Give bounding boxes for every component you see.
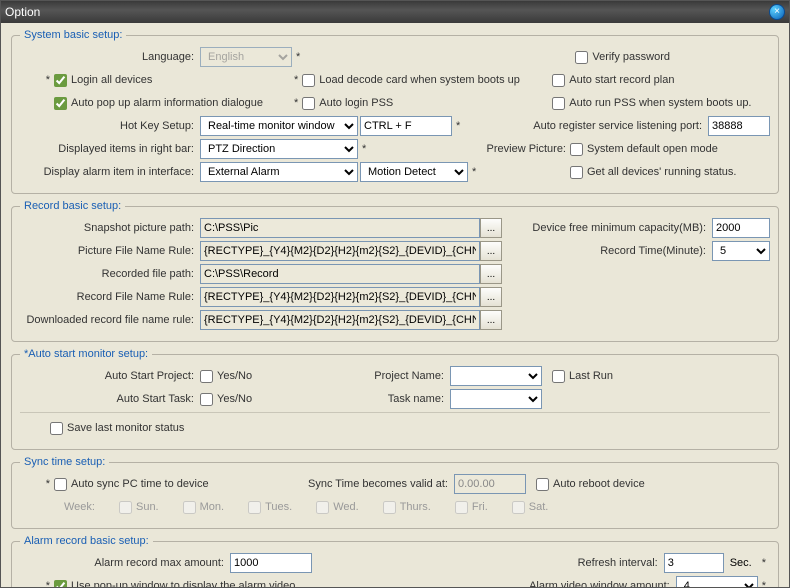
week-mon[interactable]: Mon. — [183, 501, 224, 514]
auto-run-pss-checkbox[interactable]: Auto run PSS when system boots up. — [552, 97, 751, 110]
get-all-devices-checkbox[interactable]: Get all devices' running status. — [570, 166, 770, 179]
right-bar-label: Displayed items in right bar: — [20, 143, 200, 155]
hotkey-input[interactable] — [360, 116, 452, 136]
hotkey-select[interactable]: Real-time monitor window in — [200, 116, 358, 136]
week-fri[interactable]: Fri. — [455, 501, 488, 514]
record-time-select[interactable]: 5 — [712, 241, 770, 261]
sync-time-input[interactable] — [454, 474, 526, 494]
auto-start-project-checkbox[interactable]: Yes/No — [200, 370, 320, 383]
alarm-video-select[interactable]: 4 — [676, 576, 758, 587]
auto-login-pss-checkbox[interactable]: Auto login PSS — [302, 97, 552, 110]
language-select[interactable]: English — [200, 47, 292, 67]
hotkey-label: Hot Key Setup: — [20, 120, 200, 132]
divider — [20, 412, 770, 413]
sync-time-legend: Sync time setup: — [20, 456, 109, 468]
alarm-item-label: Display alarm item in interface: — [20, 166, 200, 178]
window-title: Option — [5, 5, 40, 19]
auto-register-label: Auto register service listening port: — [464, 120, 708, 132]
record-rule-input[interactable] — [200, 287, 480, 307]
record-basic-group: Record basic setup: Snapshot picture pat… — [11, 200, 779, 342]
sync-time-group: Sync time setup: * Auto sync PC time to … — [11, 456, 779, 529]
snapshot-browse-button[interactable]: ... — [480, 218, 502, 238]
right-bar-select[interactable]: PTZ Direction — [200, 139, 358, 159]
week-wed[interactable]: Wed. — [316, 501, 358, 514]
titlebar: Option × — [1, 1, 789, 23]
picture-rule-input[interactable] — [200, 241, 480, 261]
close-icon[interactable]: × — [769, 4, 785, 20]
alarm-record-legend: Alarm record basic setup: — [20, 535, 153, 547]
record-basic-legend: Record basic setup: — [20, 200, 125, 212]
week-sat[interactable]: Sat. — [512, 501, 549, 514]
auto-popup-checkbox[interactable]: Auto pop up alarm information dialogue — [54, 97, 290, 110]
auto-sync-checkbox[interactable]: Auto sync PC time to device — [54, 478, 284, 491]
language-label: Language: — [20, 51, 200, 63]
downloaded-rule-button[interactable]: ... — [480, 310, 502, 330]
week-tues[interactable]: Tues. — [248, 501, 292, 514]
auto-start-group: *Auto start monitor setup: Auto Start Pr… — [11, 348, 779, 450]
auto-start-legend: *Auto start monitor setup: — [20, 348, 152, 360]
content-area: System basic setup: Language: English * … — [1, 23, 789, 587]
refresh-input[interactable] — [664, 553, 724, 573]
option-window: Option × System basic setup: Language: E… — [0, 0, 790, 588]
auto-start-record-checkbox[interactable]: Auto start record plan — [552, 74, 674, 87]
sys-default-checkbox[interactable]: System default open mode — [570, 143, 770, 156]
alarm-item-select[interactable]: External Alarm — [200, 162, 358, 182]
picture-rule-button[interactable]: ... — [480, 241, 502, 261]
use-popup-checkbox[interactable]: Use pop-up window to display the alarm v… — [54, 580, 344, 588]
system-basic-legend: System basic setup: — [20, 29, 126, 41]
load-decode-checkbox[interactable]: Load decode card when system boots up — [302, 74, 552, 87]
downloaded-rule-input[interactable] — [200, 310, 480, 330]
recorded-path-input[interactable] — [200, 264, 480, 284]
star: * — [292, 51, 304, 63]
auto-register-input[interactable] — [708, 116, 770, 136]
auto-start-task-checkbox[interactable]: Yes/No — [200, 393, 320, 406]
project-name-select[interactable] — [450, 366, 542, 386]
alarm-record-group: Alarm record basic setup: Alarm record m… — [11, 535, 779, 587]
verify-password-checkbox[interactable]: Verify password — [575, 51, 670, 64]
system-basic-group: System basic setup: Language: English * … — [11, 29, 779, 194]
record-rule-button[interactable]: ... — [480, 287, 502, 307]
recorded-browse-button[interactable]: ... — [480, 264, 502, 284]
auto-reboot-checkbox[interactable]: Auto reboot device — [536, 478, 645, 491]
login-all-checkbox[interactable]: Login all devices — [54, 74, 290, 87]
preview-picture-label: Preview Picture: — [370, 143, 570, 155]
max-amount-input[interactable] — [230, 553, 312, 573]
device-free-input[interactable] — [712, 218, 770, 238]
week-sun[interactable]: Sun. — [119, 501, 159, 514]
task-name-select[interactable] — [450, 389, 542, 409]
snapshot-path-input[interactable] — [200, 218, 480, 238]
motion-detect-select[interactable]: Motion Detect — [360, 162, 468, 182]
save-last-checkbox[interactable]: Save last monitor status — [50, 422, 184, 435]
week-label: Week: — [64, 501, 95, 513]
week-thurs[interactable]: Thurs. — [383, 501, 431, 514]
last-run-checkbox[interactable]: Last Run — [552, 370, 613, 383]
